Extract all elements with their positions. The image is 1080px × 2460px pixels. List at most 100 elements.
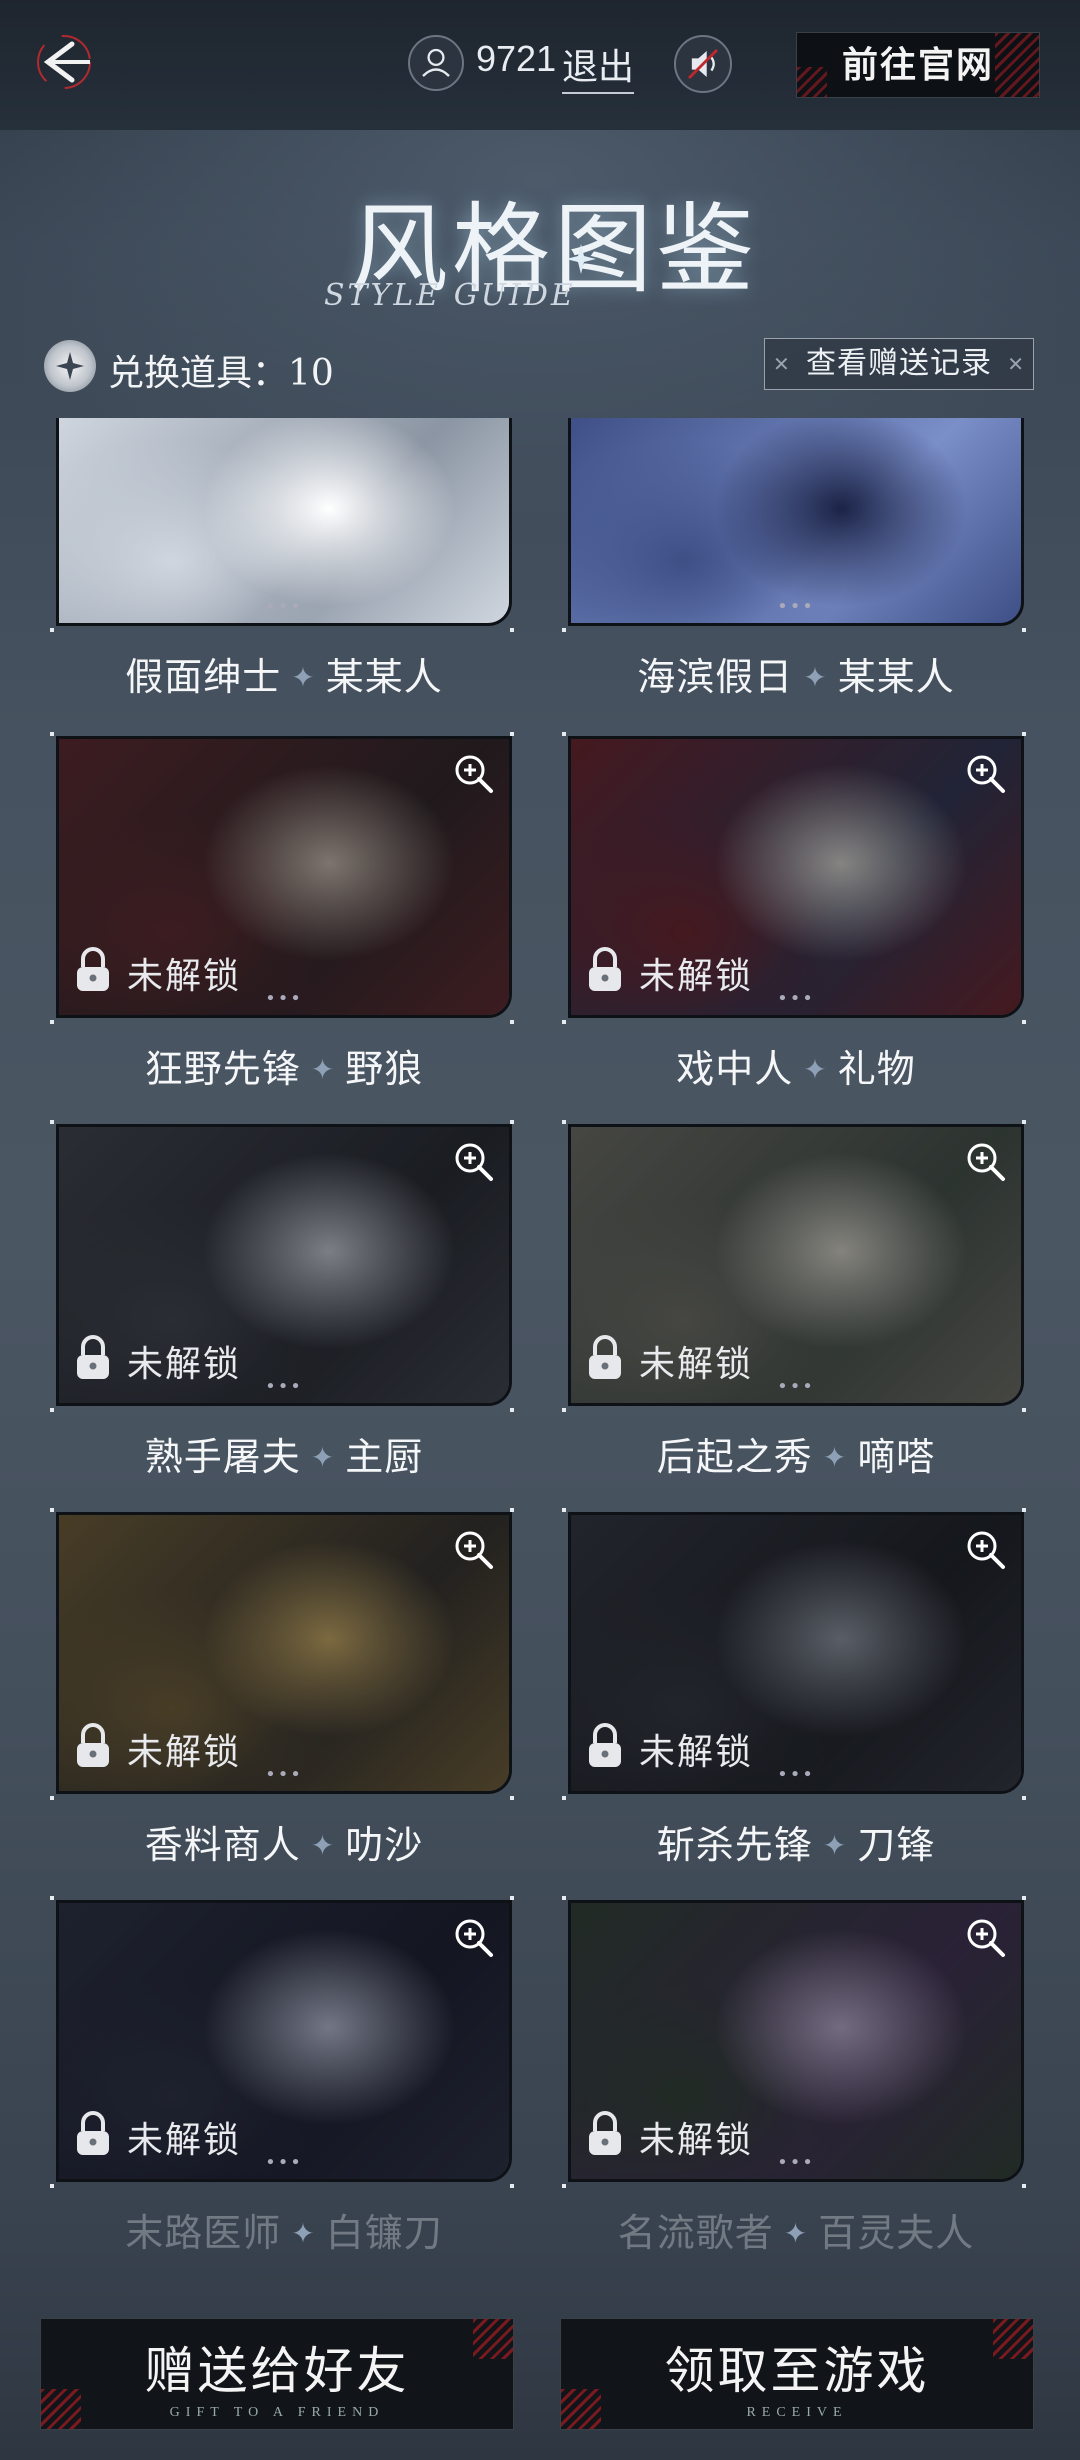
receive-to-game-sublabel: RECEIVE (746, 2405, 848, 2420)
corner-mark (562, 1508, 566, 1512)
lock-icon (77, 1723, 109, 1767)
style-card-title: 斩杀先锋 ✦ 刀锋 (568, 1814, 1024, 1869)
style-card[interactable]: 未解锁 ••• 名流歌者 ✦ 百灵夫人 (562, 1896, 1026, 2262)
character-name: 某某人 (837, 655, 955, 699)
receive-to-game-label: 领取至游戏 (664, 2342, 930, 2400)
corner-mark (50, 2184, 54, 2188)
separator-sparkle-icon: ✦ (783, 2217, 809, 2250)
corner-mark (50, 1020, 54, 1024)
pager-dots: ••• (777, 2152, 815, 2173)
style-card-title: 香料商人 ✦ 叻沙 (56, 1814, 512, 1869)
style-name: 狂野先锋 (144, 1047, 301, 1091)
locked-status-label: 未解锁 (127, 1732, 242, 1773)
page-title: 风格图鉴 STYLE GUIDE (290, 170, 810, 313)
button-stripes-decoration (473, 2319, 513, 2359)
user-avatar-icon (408, 35, 464, 91)
style-name: 末路医师 (125, 2211, 282, 2255)
lock-icon (77, 1335, 109, 1379)
style-card-artwork[interactable]: 未解锁 ••• (568, 1900, 1024, 2182)
separator-sparkle-icon: ✦ (822, 1441, 848, 1474)
corner-mark (50, 1508, 54, 1512)
lock-icon (589, 2111, 621, 2155)
style-card-artwork[interactable]: 未解锁 ••• (56, 1900, 512, 2182)
sound-muted-icon[interactable] (674, 35, 732, 93)
style-card-artwork[interactable]: 未解锁 ••• (568, 1124, 1024, 1406)
corner-mark (1022, 1796, 1026, 1800)
corner-mark (510, 2184, 514, 2188)
view-gift-records-label: 查看赠送记录 (806, 346, 992, 381)
zoom-in-icon[interactable] (451, 1527, 495, 1571)
style-card-title: 后起之秀 ✦ 嘀嗒 (568, 1426, 1024, 1481)
character-name: 白镰刀 (325, 2211, 443, 2255)
style-card[interactable]: 未解锁 ••• 斩杀先锋 ✦ 刀锋 (562, 1508, 1026, 1874)
corner-mark (1022, 2184, 1026, 2188)
corner-mark (510, 732, 514, 736)
button-stripes-decoration (995, 33, 1039, 97)
locked-status-label: 未解锁 (639, 1732, 754, 1773)
zoom-in-icon[interactable] (451, 1915, 495, 1959)
pager-dots: ••• (777, 596, 815, 617)
button-stripes-decoration (797, 67, 827, 97)
style-card[interactable]: 未解锁 ••• 末路医师 ✦ 白镰刀 (50, 1896, 514, 2262)
style-card-artwork[interactable]: ••• (568, 418, 1024, 626)
corner-mark (562, 2184, 566, 2188)
style-card[interactable]: 未解锁 ••• 后起之秀 ✦ 嘀嗒 (562, 1120, 1026, 1486)
corner-mark (562, 1408, 566, 1412)
zoom-in-icon[interactable] (963, 1527, 1007, 1571)
style-card-artwork[interactable]: 未解锁 ••• (56, 736, 512, 1018)
logout-link[interactable]: 退出 (562, 38, 635, 94)
style-card-title: 假面绅士 ✦ 某某人 (56, 646, 512, 701)
style-card[interactable]: 未解锁 ••• 熟手屠夫 ✦ 主厨 (50, 1120, 514, 1486)
character-name: 叻沙 (345, 1823, 424, 1867)
corner-mark (50, 628, 54, 632)
separator-sparkle-icon: ✦ (803, 1053, 828, 1086)
zoom-in-icon[interactable] (963, 1139, 1007, 1183)
style-card-artwork[interactable]: 未解锁 ••• (56, 1124, 512, 1406)
character-name: 礼物 (837, 1047, 916, 1091)
separator-sparkle-icon: ✦ (310, 1053, 336, 1086)
style-card-artwork[interactable]: 未解锁 ••• (56, 1512, 512, 1794)
corner-mark (50, 1896, 54, 1900)
exchange-item-value: 10 (288, 353, 334, 394)
style-card[interactable]: 未解锁 ••• 香料商人 ✦ 叻沙 (50, 1508, 514, 1874)
style-name: 香料商人 (144, 1823, 301, 1867)
corner-mark (562, 1796, 566, 1800)
pager-dots: ••• (777, 1764, 815, 1785)
corner-mark (510, 1508, 514, 1512)
cross-decoration-icon: ✕ (1007, 352, 1025, 376)
style-name: 熟手屠夫 (144, 1435, 301, 1479)
zoom-in-icon[interactable] (451, 751, 495, 795)
separator-sparkle-icon: ✦ (310, 1829, 336, 1862)
gift-to-friend-button[interactable]: 赠送给好友 GIFT TO A FRIEND (40, 2318, 514, 2430)
pager-dots: ••• (265, 988, 303, 1009)
style-card-artwork[interactable]: 未解锁 ••• (568, 736, 1024, 1018)
zoom-in-icon[interactable] (451, 1139, 495, 1183)
style-card[interactable]: ••• 假面绅士 ✦ 某某人 (50, 418, 514, 706)
receive-to-game-button[interactable]: 领取至游戏 RECEIVE (560, 2318, 1034, 2430)
top-bar: 9721 退出 前往官网 (0, 0, 1080, 130)
style-card-artwork[interactable]: 未解锁 ••• (568, 1512, 1024, 1794)
back-arrow-icon[interactable] (32, 30, 96, 94)
locked-status-label: 未解锁 (127, 1344, 242, 1385)
zoom-in-icon[interactable] (963, 1915, 1007, 1959)
locked-status-label: 未解锁 (639, 2120, 754, 2161)
exchange-item-count: 兑换道具：10 (108, 344, 334, 396)
pager-dots: ••• (777, 988, 815, 1009)
separator-sparkle-icon: ✦ (310, 1441, 336, 1474)
separator-sparkle-icon: ✦ (291, 2217, 316, 2250)
style-card-artwork[interactable]: ••• (56, 418, 512, 626)
lock-icon (589, 1723, 621, 1767)
pager-dots: ••• (265, 2152, 303, 2173)
character-name: 某某人 (325, 655, 443, 699)
style-card[interactable]: 未解锁 ••• 狂野先锋 ✦ 野狼 (50, 732, 514, 1098)
character-illustration (571, 418, 1021, 623)
style-card[interactable]: 未解锁 ••• 戏中人 ✦ 礼物 (562, 732, 1026, 1098)
gift-to-friend-label: 赠送给好友 (144, 2342, 410, 2400)
view-gift-records-button[interactable]: ✕ 查看赠送记录 ✕ (764, 338, 1034, 390)
corner-mark (562, 1896, 566, 1900)
go-to-website-button[interactable]: 前往官网 (796, 32, 1040, 98)
style-card[interactable]: ••• 海滨假日 ✦ 某某人 (562, 418, 1026, 706)
style-name: 戏中人 (676, 1047, 794, 1091)
zoom-in-icon[interactable] (963, 751, 1007, 795)
lock-icon (589, 1335, 621, 1379)
